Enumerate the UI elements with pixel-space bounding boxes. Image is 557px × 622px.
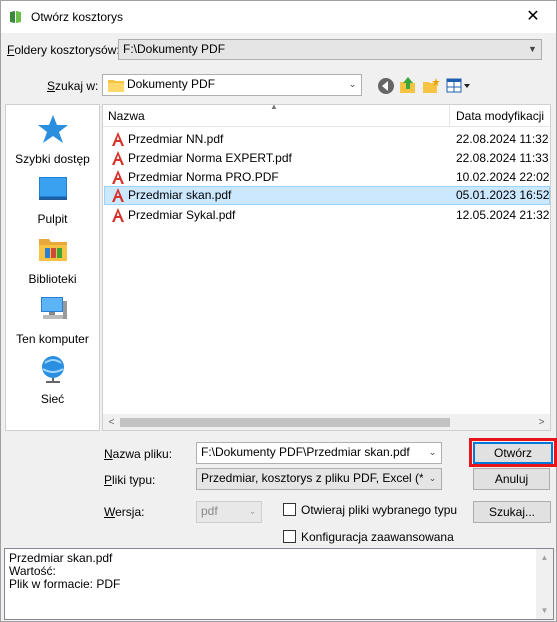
pdf-file-icon (112, 188, 124, 202)
sort-ascending-icon: ▲ (270, 104, 278, 111)
filename-input[interactable]: F:\Dokumenty PDF\Przedmiar skan.pdf ⌄ (196, 442, 442, 464)
lookin-value: Dokumenty PDF (127, 77, 216, 91)
file-info-panel: Przedmiar skan.pdf Wartość: Plik w forma… (4, 548, 554, 620)
lookin-combobox[interactable]: Dokumenty PDF ⌄ (102, 74, 362, 96)
column-header-name[interactable]: Nazwa (108, 109, 145, 123)
info-filename: Przedmiar skan.pdf (9, 551, 113, 565)
computer-icon (40, 297, 67, 319)
place-quick-access[interactable]: Szybki dostęp (6, 113, 99, 166)
file-date: 05.01.2023 16:52 (456, 188, 550, 202)
version-label: Wersja: (104, 505, 145, 519)
highlight-box (469, 438, 557, 467)
file-date: 12.05.2024 21:32 (456, 208, 550, 222)
filetype-select[interactable]: Przedmiar, kosztorys z pliku PDF, Excel … (196, 468, 442, 490)
file-name: Przedmiar Norma EXPERT.pdf (128, 151, 292, 165)
file-list: ▲ Nazwa Data modyfikacji Przedmiar NN.pd… (102, 104, 551, 431)
pdf-file-icon (112, 170, 124, 184)
folder-combobox[interactable]: F:\Dokumenty PDF ▼ (118, 39, 542, 60)
filename-label: Nazwa pliku: (104, 447, 173, 461)
file-date: 22.08.2024 11:33 (456, 151, 549, 165)
place-libraries[interactable]: Biblioteki (6, 233, 99, 286)
chevron-down-icon[interactable]: ⌄ (344, 75, 361, 94)
advanced-config-label[interactable]: Konfiguracja zaawansowana (301, 530, 454, 544)
place-label: Ten komputer (16, 332, 89, 346)
places-bar: Szybki dostęp Pulpit Biblioteki Ten komp… (5, 104, 100, 431)
folder-value: F:\Dokumenty PDF (123, 42, 226, 56)
place-label: Pulpit (37, 212, 68, 226)
open-selected-type-label[interactable]: Otwieraj pliki wybranego typu (301, 503, 457, 517)
scrollbar-thumb[interactable] (120, 418, 450, 427)
pdf-file-icon (112, 132, 124, 146)
filetype-value: Przedmiar, kosztorys z pliku PDF, Excel … (201, 471, 423, 485)
star-icon (37, 115, 68, 143)
version-select[interactable]: pdf ⌄ (196, 501, 262, 523)
cancel-button[interactable]: Anuluj (473, 468, 550, 490)
open-selected-type-checkbox[interactable] (283, 503, 296, 516)
column-separator[interactable] (449, 105, 450, 127)
chevron-down-icon[interactable]: ▼ (524, 40, 541, 59)
pdf-file-icon (112, 151, 124, 165)
desktop-icon (38, 177, 67, 200)
advanced-config-checkbox[interactable] (283, 530, 296, 543)
folder-label: Foldery kosztorysów: (7, 43, 120, 57)
place-label: Sieć (40, 392, 65, 406)
network-icon (41, 356, 64, 383)
scroll-up-icon[interactable]: ▲ (536, 549, 553, 566)
file-row-selected[interactable]: Przedmiar skan.pdf 05.01.2023 16:52 (104, 186, 550, 205)
close-icon[interactable]: ✕ (510, 1, 556, 33)
open-estimate-dialog: Otwórz kosztorys ✕ Foldery kosztorysów: … (0, 0, 557, 622)
scroll-left-icon[interactable]: < (103, 414, 120, 430)
place-this-pc[interactable]: Ten komputer (6, 293, 99, 346)
back-icon[interactable] (377, 77, 395, 95)
vertical-scrollbar[interactable]: ▲ ▼ (536, 549, 553, 619)
file-name: Przedmiar Norma PRO.PDF (128, 170, 279, 184)
filename-value: F:\Dokumenty PDF\Przedmiar skan.pdf (201, 445, 410, 459)
file-date: 10.02.2024 22:02 (456, 170, 550, 184)
file-row[interactable]: Przedmiar Sykal.pdf 12.05.2024 21:32 (104, 206, 550, 225)
up-folder-icon[interactable] (399, 76, 417, 94)
file-name: Przedmiar Sykal.pdf (128, 208, 236, 222)
file-row[interactable]: Przedmiar Norma EXPERT.pdf 22.08.2024 11… (104, 149, 550, 168)
view-menu-icon[interactable] (446, 77, 472, 95)
lookin-label: Szukaj w: (47, 79, 99, 93)
file-name: Przedmiar skan.pdf (128, 188, 232, 202)
place-network[interactable]: Sieć (6, 353, 99, 406)
filetype-label: Pliki typu: (104, 473, 156, 487)
file-date: 22.08.2024 11:32 (456, 132, 549, 146)
chevron-down-icon[interactable]: ⌄ (424, 469, 441, 488)
file-row[interactable]: Przedmiar NN.pdf 22.08.2024 11:32 (104, 130, 550, 149)
folder-icon (108, 80, 124, 92)
chevron-down-icon[interactable]: ⌄ (424, 443, 441, 462)
column-header-date[interactable]: Data modyfikacji (456, 109, 544, 123)
place-desktop[interactable]: Pulpit (6, 173, 99, 226)
search-button[interactable]: Szukaj... (473, 501, 551, 523)
app-book-icon (10, 11, 21, 23)
file-row[interactable]: Przedmiar Norma PRO.PDF 10.02.2024 22:02 (104, 168, 550, 187)
file-name: Przedmiar NN.pdf (128, 132, 224, 146)
file-list-header: ▲ Nazwa Data modyfikacji (103, 104, 550, 127)
window-title: Otwórz kosztorys (31, 10, 124, 24)
libraries-icon (38, 239, 67, 261)
chevron-down-icon[interactable]: ⌄ (244, 502, 261, 521)
version-value: pdf (201, 504, 218, 518)
title-bar: Otwórz kosztorys ✕ (1, 1, 556, 33)
scroll-down-icon[interactable]: ▼ (536, 602, 553, 619)
horizontal-scrollbar[interactable]: < > (103, 414, 550, 430)
pdf-file-icon (112, 208, 124, 222)
info-format: Plik w formacie: PDF (9, 577, 121, 591)
new-folder-icon[interactable] (422, 77, 440, 95)
place-label: Biblioteki (28, 272, 77, 286)
place-label: Szybki dostęp (15, 152, 90, 166)
scroll-right-icon[interactable]: > (533, 414, 550, 430)
